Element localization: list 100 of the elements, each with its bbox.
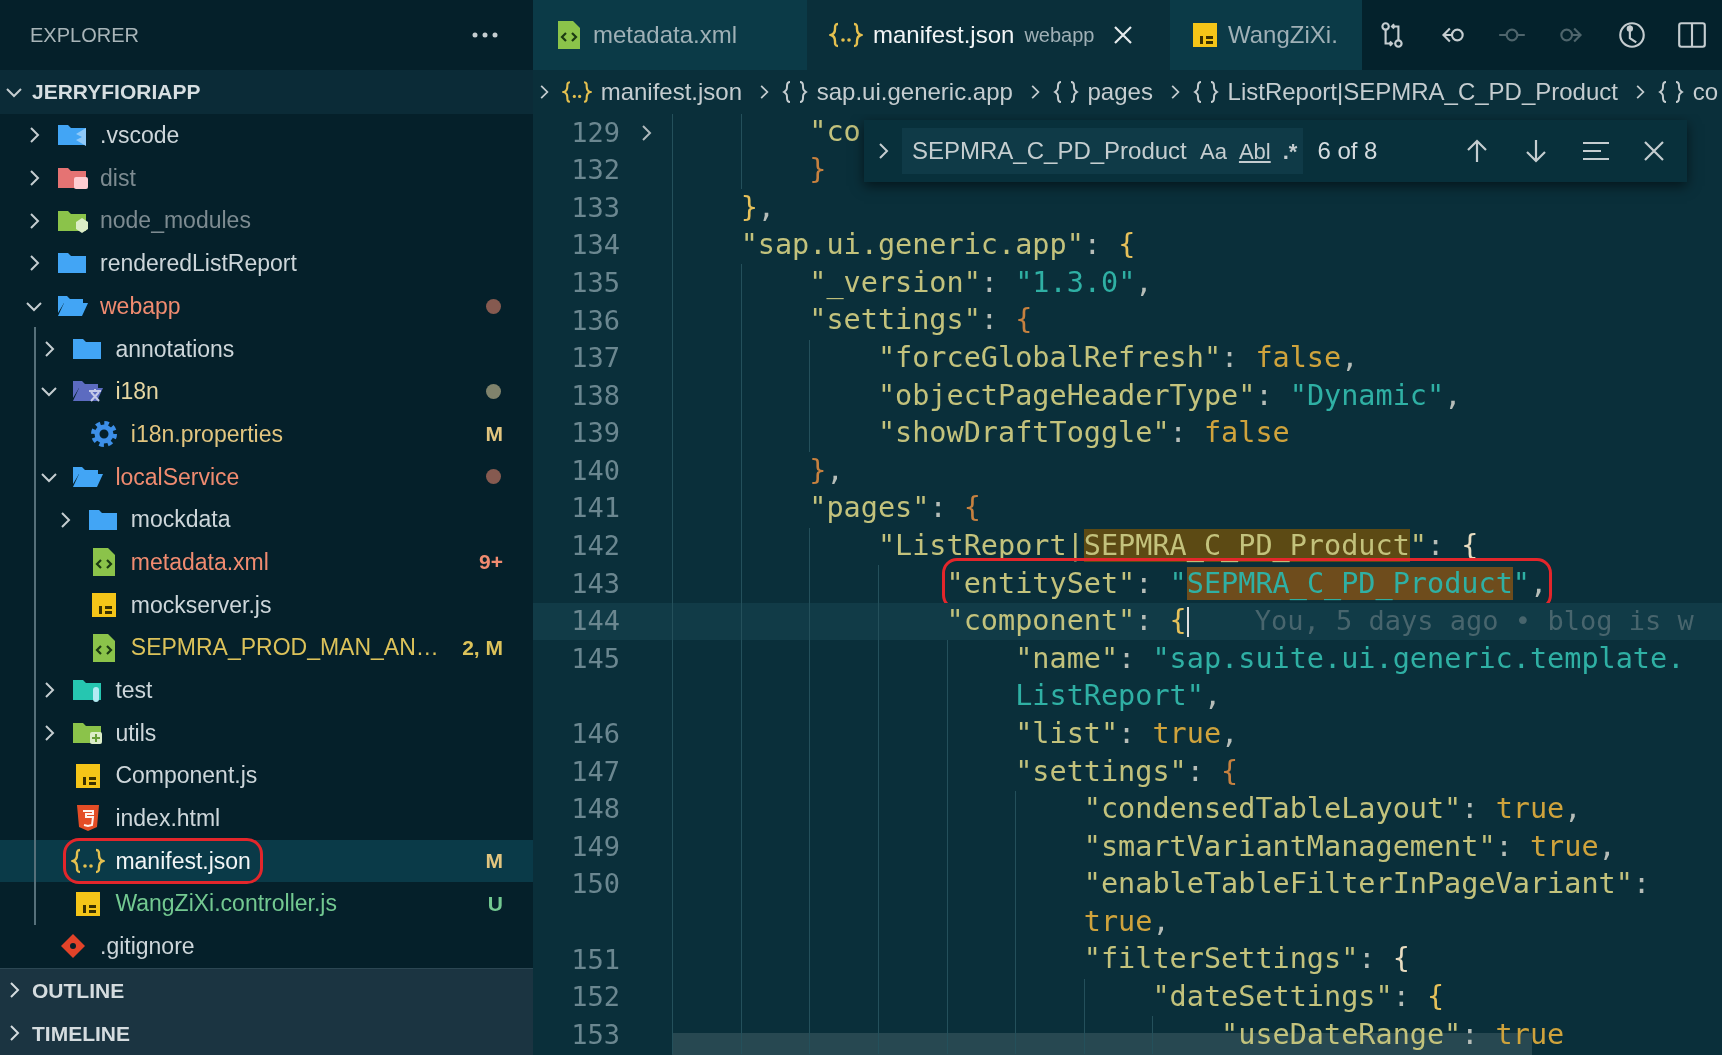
file-name: SEPMRA_PROD_MAN_AN… (130, 633, 439, 663)
tab-label: metadata.xml (593, 20, 738, 50)
line-number: 129 (571, 116, 620, 148)
tree-item[interactable]: metadata.xml 9+ (0, 540, 533, 584)
code-line: "filterSettings": { (1083, 941, 1410, 978)
file-name: index.html (115, 804, 221, 834)
breadcrumb-item[interactable]: co (1692, 74, 1718, 110)
status-label: M (485, 421, 503, 448)
folder-name: JERRYFIORIAPP (32, 79, 201, 106)
file-name: WangZiXi.controller.js (115, 889, 337, 919)
tree-item[interactable]: .vscode (0, 114, 533, 157)
breadcrumb-item[interactable]: manifest.json (600, 74, 743, 110)
match-count: 6 of 8 (1317, 136, 1379, 166)
code-line: } (809, 152, 827, 188)
line-number: 137 (571, 342, 620, 374)
tree-item[interactable]: renderedListReport (0, 242, 533, 285)
file-name: manifest.json (115, 846, 251, 876)
tree-item[interactable]: index.html (0, 797, 533, 840)
line-number: 145 (571, 642, 620, 674)
line-number: 144 (571, 605, 620, 637)
braces-icon (829, 21, 863, 49)
editor-tab[interactable]: metadata.xml (533, 0, 807, 70)
tab-description: webapp (1024, 23, 1095, 48)
tree-item[interactable]: .gitignore (0, 925, 533, 968)
tree-item[interactable]: mockserver.js (0, 583, 533, 627)
code-line: "component": { (946, 603, 1187, 640)
lines-icon[interactable] (1580, 139, 1611, 163)
panel-title: OUTLINE (32, 977, 125, 1004)
braces-icon (1657, 79, 1684, 105)
tree-item[interactable]: utils (0, 711, 533, 755)
breadcrumb-item[interactable]: ListReport|SEPMRA_C_PD_Product (1227, 74, 1618, 110)
tree-item[interactable]: webapp (0, 284, 533, 328)
tree-item[interactable]: annotations (0, 327, 533, 371)
editor-tab[interactable]: WangZiXi. (1170, 0, 1362, 70)
line-number: 134 (571, 229, 620, 261)
close-icon[interactable] (1641, 139, 1666, 163)
line-number: 149 (571, 830, 620, 862)
file-name: .gitignore (100, 932, 195, 962)
line-number: 146 (571, 718, 620, 750)
panel-title: EXPLORER (30, 23, 139, 48)
file-name: mockserver.js (130, 590, 272, 620)
tree-item[interactable]: SEPMRA_PROD_MAN_AN… 2, M (0, 626, 533, 669)
tree-item[interactable]: dist (0, 156, 533, 200)
history-icon[interactable] (1616, 19, 1648, 51)
shield-icon (76, 804, 101, 833)
close-icon[interactable] (1112, 24, 1135, 46)
line-number: 152 (571, 981, 620, 1013)
file-name: Component.js (115, 761, 258, 791)
braces-icon (561, 78, 592, 106)
tree-item[interactable]: test (0, 668, 533, 712)
code-line: }, (809, 452, 844, 489)
tree-item[interactable]: i18n (0, 370, 533, 413)
search-field[interactable]: SEPMRA_C_PD_Product (902, 128, 1194, 174)
folder-name: renderedListReport (100, 249, 297, 279)
option-toggle[interactable]: Abl (1232, 128, 1277, 174)
code-line: "enableTableFilterInPageVariant": (1083, 866, 1651, 903)
code-line: "sap.ui.generic.app": { (740, 227, 1136, 264)
code-line: "list": true, (1015, 715, 1239, 752)
code-line: true, (1083, 903, 1170, 940)
line-number: 147 (571, 755, 620, 787)
editor-tab[interactable]: manifest.json webapp (807, 0, 1170, 70)
tree-item[interactable]: localService (0, 455, 533, 499)
panel-title: TIMELINE (32, 1020, 130, 1047)
panel-header[interactable]: TIMELINE (0, 1011, 533, 1055)
tree-item[interactable]: manifest.json M (0, 839, 533, 883)
tab-label: WangZiXi. (1228, 20, 1338, 50)
text-cursor (1186, 606, 1189, 637)
split-editor-icon[interactable] (1676, 19, 1708, 51)
folder-name: i18n (115, 377, 159, 407)
breadcrumb-item[interactable]: pages (1087, 74, 1153, 110)
breadcrumb-item[interactable]: sap.ui.generic.app (816, 74, 1013, 110)
code-line: "_version": "1.3.0", (809, 264, 1153, 301)
status-label: U (487, 890, 503, 917)
option-toggle[interactable]: .* (1276, 128, 1304, 174)
file-icon (1192, 22, 1218, 48)
folder-header[interactable]: JERRYFIORIAPP (0, 70, 533, 114)
line-number: 132 (571, 154, 620, 186)
code-line: "name": "sap.suite.ui.generic.template. (1015, 640, 1685, 677)
file-name: metadata.xml (130, 547, 269, 577)
tree-item[interactable]: mockdata (0, 498, 533, 541)
tree-item[interactable]: node_modules (0, 199, 533, 243)
tree-item[interactable]: WangZiXi.controller.js U (0, 882, 533, 926)
tree-item[interactable]: Component.js (0, 754, 533, 797)
code-line: "objectPageHeaderType": "Dynamic", (877, 377, 1462, 414)
more-icon[interactable] (471, 31, 499, 39)
tree-item[interactable]: i18n.properties M (0, 412, 533, 456)
line-number: 142 (571, 530, 620, 562)
code-line: "pages": { (809, 490, 981, 527)
line-number: 143 (571, 567, 620, 599)
braces-icon (1192, 79, 1219, 105)
file-icon (555, 20, 583, 50)
panel-header[interactable]: OUTLINE (0, 968, 533, 1012)
line-number: 133 (571, 191, 620, 223)
status-label: M (485, 848, 503, 875)
code-line: "showDraftToggle": false (877, 415, 1290, 452)
line-number: 141 (571, 492, 620, 524)
code-line: }, (740, 189, 775, 226)
line-number: 136 (571, 304, 620, 336)
folder-name: dist (100, 163, 136, 193)
option-toggle[interactable]: Aa (1194, 128, 1233, 174)
